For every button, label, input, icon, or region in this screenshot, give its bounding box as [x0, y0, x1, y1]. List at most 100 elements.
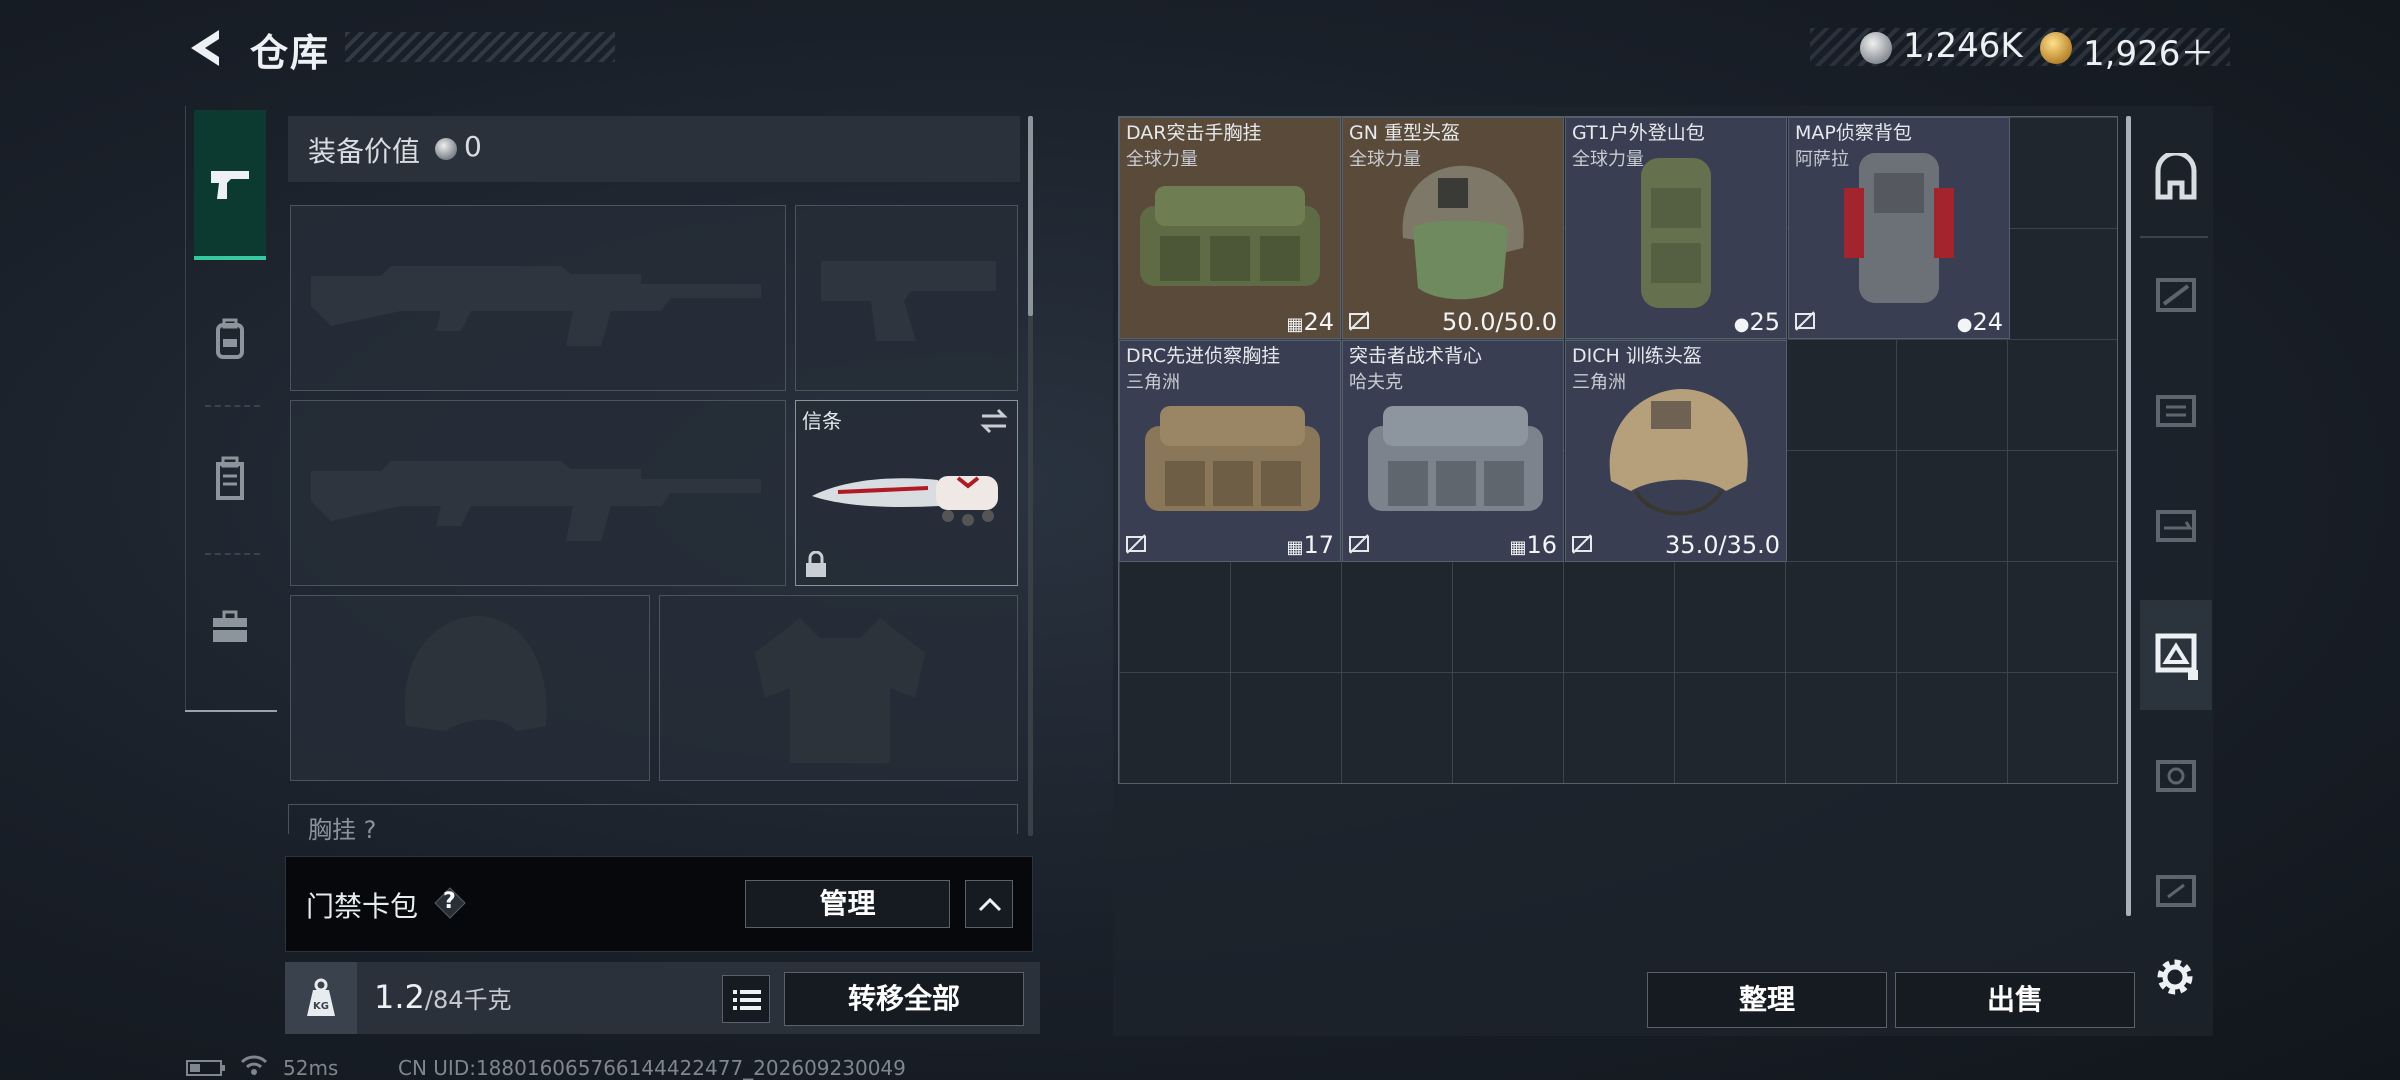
stash-item[interactable]: GN 重型头盔 全球力量 50.0/50.0 — [1342, 117, 1564, 339]
category-armor-tab[interactable] — [194, 428, 266, 538]
item-name: DICH 训练头盔 — [1572, 345, 1702, 367]
not-tradable-icon — [1349, 311, 1369, 331]
weight-value: 1.2/84千克 — [374, 978, 512, 1016]
back-arrow-icon — [191, 30, 219, 66]
not-tradable-icon — [1126, 534, 1146, 554]
item-capacity: ▦16 — [1509, 531, 1557, 559]
melee-slot[interactable]: 信条 — [795, 400, 1018, 586]
stash-tab-5[interactable] — [2140, 730, 2212, 820]
weight-max: /84千克 — [424, 986, 512, 1014]
help-icon[interactable]: ? — [433, 886, 467, 920]
bag-icon: ● — [1956, 314, 1973, 335]
item-name: MAP侦察背包 — [1795, 122, 1912, 144]
item-durability: 35.0/35.0 — [1665, 531, 1780, 559]
silver-coin-icon — [1860, 32, 1892, 64]
gold-coin-icon — [2040, 32, 2072, 64]
container-icon — [2155, 633, 2198, 680]
not-tradable-icon — [1795, 311, 1815, 331]
stash-tab-2[interactable] — [2140, 480, 2212, 570]
ping-value: 52ms — [283, 1056, 339, 1080]
chest-rig-image — [1145, 406, 1320, 511]
category-gear-tab[interactable] — [194, 285, 266, 395]
backpack-icon — [216, 318, 244, 359]
stash-item[interactable]: GT1户外登山包 全球力量 ●25 — [1565, 117, 1787, 339]
capacity-icon: ▦ — [1286, 537, 1304, 558]
stash-item[interactable]: 突击者战术背心 哈夫克 ▦16 — [1342, 340, 1564, 562]
settings-button[interactable] — [2150, 952, 2200, 1002]
safe-box-tab[interactable] — [2140, 135, 2212, 225]
item-source: 全球力量 — [1126, 149, 1198, 170]
item-stat-value: 24 — [1303, 308, 1334, 336]
expand-button[interactable] — [965, 880, 1013, 928]
not-tradable-icon — [1572, 534, 1592, 554]
manage-button[interactable]: 管理 — [745, 880, 950, 928]
item-name: 突击者战术背心 — [1349, 345, 1483, 367]
gold-currency-value[interactable]: 1,926＋ — [2083, 26, 2214, 75]
loadout-scrollbar[interactable] — [1028, 116, 1033, 316]
category-divider — [205, 405, 260, 407]
transfer-all-button[interactable]: 转移全部 — [784, 972, 1024, 1026]
helmet-slot[interactable] — [290, 595, 650, 781]
crate-icon — [2156, 278, 2196, 312]
capacity-icon: ▦ — [1286, 314, 1304, 335]
item-source: 全球力量 — [1572, 149, 1644, 170]
gear-icon — [2157, 959, 2193, 995]
item-stat-value: 24 — [1972, 308, 2003, 336]
item-name: DRC先进侦察胸挂 — [1126, 345, 1281, 367]
medical-box-icon — [2156, 760, 2196, 792]
category-weapons-tab[interactable] — [194, 110, 266, 260]
list-icon — [733, 990, 761, 1010]
equipment-value: 0 — [464, 130, 482, 163]
recon-backpack-image — [1844, 153, 1954, 303]
helmet-silhouette-icon — [404, 615, 547, 731]
category-case-tab[interactable] — [194, 575, 266, 685]
secondary-weapon-slot[interactable] — [290, 400, 786, 586]
bag-icon: ● — [1733, 314, 1750, 335]
sell-button[interactable]: 出售 — [1895, 972, 2135, 1028]
stash-tab-4[interactable] — [2140, 250, 2212, 340]
knife-icon — [812, 476, 998, 526]
item-stat-value: 25 — [1749, 308, 1780, 336]
stash-item[interactable]: DAR突击手胸挂 全球力量 ▦24 — [1119, 117, 1341, 339]
category-divider — [205, 553, 260, 555]
training-helmet-image — [1609, 389, 1748, 516]
item-durability: 50.0/50.0 — [1442, 308, 1557, 336]
stash-scrollbar[interactable] — [2126, 116, 2131, 916]
stash-item[interactable]: MAP侦察背包 阿萨拉 ●24 — [1788, 117, 2010, 339]
wifi-icon — [240, 1055, 268, 1075]
item-source: 三角洲 — [1126, 372, 1180, 393]
rifle-silhouette-icon — [311, 266, 761, 346]
stash-item[interactable]: DICH 训练头盔 三角洲 35.0/35.0 — [1565, 340, 1787, 562]
primary-weapon-slot[interactable] — [290, 205, 786, 391]
back-button[interactable] — [185, 26, 229, 70]
sort-button[interactable]: 整理 — [1647, 972, 1887, 1028]
weapon-rack-icon — [2156, 510, 2196, 542]
stash-tab-3[interactable] — [2140, 365, 2212, 455]
safe-icon — [2155, 153, 2197, 200]
item-source: 全球力量 — [1349, 149, 1421, 170]
item-source: 阿萨拉 — [1795, 149, 1849, 170]
sidebar-divider — [2140, 236, 2208, 238]
item-stat-value: 17 — [1303, 531, 1334, 559]
help-mark: ? — [443, 889, 456, 914]
list-view-button[interactable] — [722, 975, 770, 1023]
item-source: 三角洲 — [1572, 372, 1626, 393]
equipment-value-label: 装备价值 — [308, 135, 421, 168]
stash-tab-6[interactable] — [2140, 845, 2212, 935]
item-name: DAR突击手胸挂 — [1126, 122, 1262, 144]
item-capacity: ▦24 — [1286, 308, 1334, 336]
heavy-helmet-image — [1402, 165, 1524, 300]
stash-tab-active[interactable] — [2140, 600, 2212, 710]
chevron-up-icon — [978, 897, 1002, 912]
pistol-silhouette-icon — [821, 261, 996, 341]
pistol-slot[interactable] — [795, 205, 1018, 391]
body-armor-slot[interactable] — [659, 595, 1018, 781]
item-capacity: ▦17 — [1286, 531, 1334, 559]
ammo-box-icon — [2156, 395, 2196, 427]
stash-item[interactable]: DRC先进侦察胸挂 三角洲 ▦17 — [1119, 340, 1341, 562]
user-uid: CN UID:18801606576614442247​7_2026092300… — [398, 1056, 906, 1080]
swap-icon[interactable] — [978, 407, 1010, 435]
capacity-icon: ▦ — [1509, 537, 1527, 558]
armor-silhouette-icon — [755, 618, 925, 763]
melee-slot-label: 信条 — [802, 409, 842, 433]
